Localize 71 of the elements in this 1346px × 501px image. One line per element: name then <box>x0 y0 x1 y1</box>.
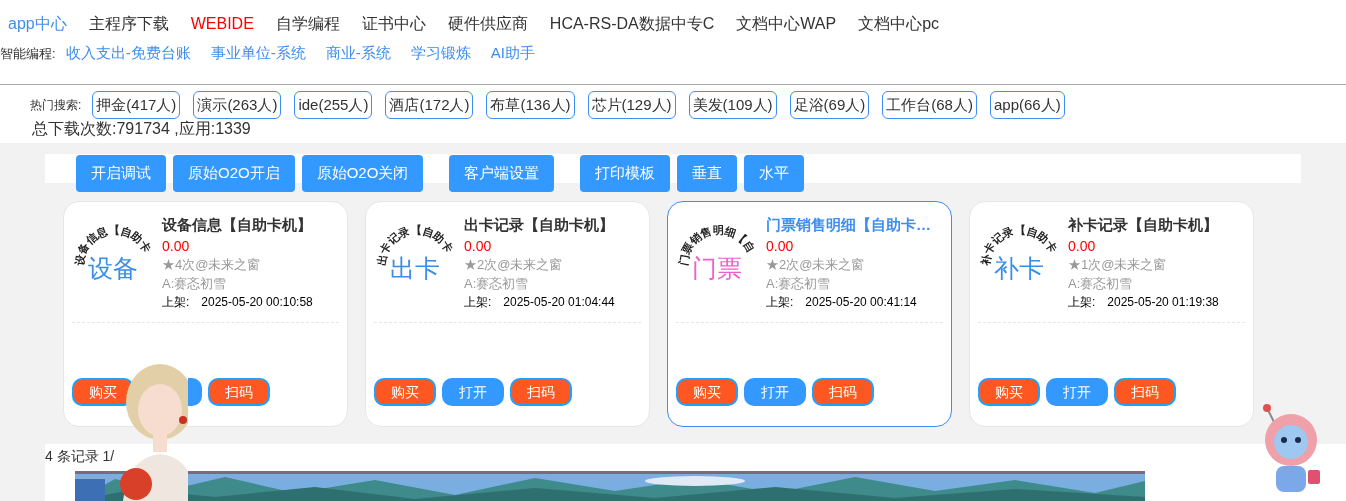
author-text: A:赛忞初雪 <box>766 274 832 293</box>
search-tag[interactable]: ide(255人) <box>294 91 373 119</box>
nav-link[interactable]: app中心 <box>8 12 67 40</box>
search-tag[interactable]: 工作台(68人) <box>882 91 977 119</box>
buy-button[interactable]: 购买 <box>978 378 1040 406</box>
nav-link[interactable]: 硬件供应商 <box>447 12 528 40</box>
nav-link[interactable]: 文档中心WAP <box>736 12 837 40</box>
rating-text: ★2次@未来之窗 <box>766 255 866 274</box>
program-link[interactable]: 商业-系统 <box>325 42 391 65</box>
toolbar-button[interactable]: 打印模板 <box>580 155 671 192</box>
search-tag[interactable]: 酒店(172人) <box>385 91 474 119</box>
scan-button[interactable]: 扫码 <box>510 378 572 406</box>
toolbar-button[interactable]: 开启调试 <box>76 155 166 192</box>
scan-button[interactable]: 扫码 <box>208 378 270 406</box>
nav-link[interactable]: HCA-RS-DA数据中专C <box>549 12 715 40</box>
buy-button[interactable]: 购买 <box>72 378 134 406</box>
date-text: 2025-05-20 01:19:38 <box>1107 293 1219 311</box>
toolbar-button[interactable]: 水平 <box>744 155 805 192</box>
search-tag[interactable]: app(66人) <box>989 91 1065 119</box>
price: 0.00 <box>1068 236 1097 255</box>
open-button[interactable]: 打开 <box>442 378 504 406</box>
open-button[interactable]: 打开 <box>1046 378 1108 406</box>
card-title[interactable]: 设备信息【自助卡机】 <box>162 214 313 237</box>
buy-button[interactable]: 购买 <box>374 378 436 406</box>
program-link[interactable]: 学习锻炼 <box>410 42 471 65</box>
download-stats: 总下载次数:791734 ,应用:1339 <box>31 119 252 139</box>
date-label: 上架: <box>1068 293 1096 311</box>
author-text: A:赛忞初雪 <box>464 274 530 293</box>
search-tag[interactable]: 演示(263人) <box>193 91 282 119</box>
card-title[interactable]: 补卡记录【自助卡机】 <box>1068 214 1219 237</box>
record-count: 4 条记录 1/ <box>45 447 116 466</box>
date-text: 2025-05-20 00:10:58 <box>201 293 313 311</box>
author-text: A:赛忞初雪 <box>1068 274 1134 293</box>
scan-button[interactable]: 扫码 <box>812 378 874 406</box>
price: 0.00 <box>766 236 795 255</box>
scan-button[interactable]: 扫码 <box>1114 378 1176 406</box>
author-text: A:赛忞初雪 <box>162 274 228 293</box>
rating-text: ★4次@未来之窗 <box>162 255 262 274</box>
date-label: 上架: <box>162 293 190 311</box>
date-text: 2025-05-20 00:41:14 <box>805 293 917 311</box>
price: 0.00 <box>162 236 191 255</box>
nav-link[interactable]: 文档中心pc <box>858 12 940 40</box>
section-label: 智能编程: <box>0 44 56 63</box>
toolbar-button[interactable]: 客户端设置 <box>449 155 555 192</box>
search-tag[interactable]: 押金(417人) <box>92 91 181 119</box>
card-title[interactable]: 门票销售明细【自助卡… <box>766 214 931 237</box>
buy-button[interactable]: 购买 <box>676 378 738 406</box>
nav-link[interactable]: 主程序下载 <box>88 12 169 40</box>
open-button[interactable] <box>188 378 202 406</box>
date-text: 2025-05-20 01:04:44 <box>503 293 615 311</box>
nav-link[interactable]: 证书中心 <box>361 12 426 40</box>
program-link[interactable]: 收入支出-免费台账 <box>65 42 191 65</box>
search-tag[interactable]: 布草(136人) <box>486 91 575 119</box>
toolbar-button[interactable]: 原始O2O关闭 <box>301 155 424 192</box>
search-tag[interactable]: 芯片(129人) <box>587 91 676 119</box>
program-link[interactable]: AI助手 <box>490 42 535 65</box>
toolbar-button[interactable]: 原始O2O开启 <box>173 155 295 192</box>
price: 0.00 <box>464 236 493 255</box>
toolbar-button[interactable]: 垂直 <box>677 155 738 192</box>
date-label: 上架: <box>766 293 794 311</box>
nav-link[interactable]: 自学编程 <box>275 12 340 40</box>
hot-search-label: 热门搜索: <box>30 97 82 114</box>
search-tag[interactable]: 足浴(69人) <box>789 91 870 119</box>
rating-text: ★1次@未来之窗 <box>1068 255 1168 274</box>
card-title[interactable]: 出卡记录【自助卡机】 <box>464 214 615 237</box>
open-button[interactable]: 打开 <box>744 378 806 406</box>
program-link[interactable]: 事业单位-系统 <box>210 42 306 65</box>
nav-link[interactable]: WEBIDE <box>190 12 254 40</box>
date-label: 上架: <box>464 293 492 311</box>
search-tag[interactable]: 美发(109人) <box>688 91 777 119</box>
rating-text: ★2次@未来之窗 <box>464 255 564 274</box>
